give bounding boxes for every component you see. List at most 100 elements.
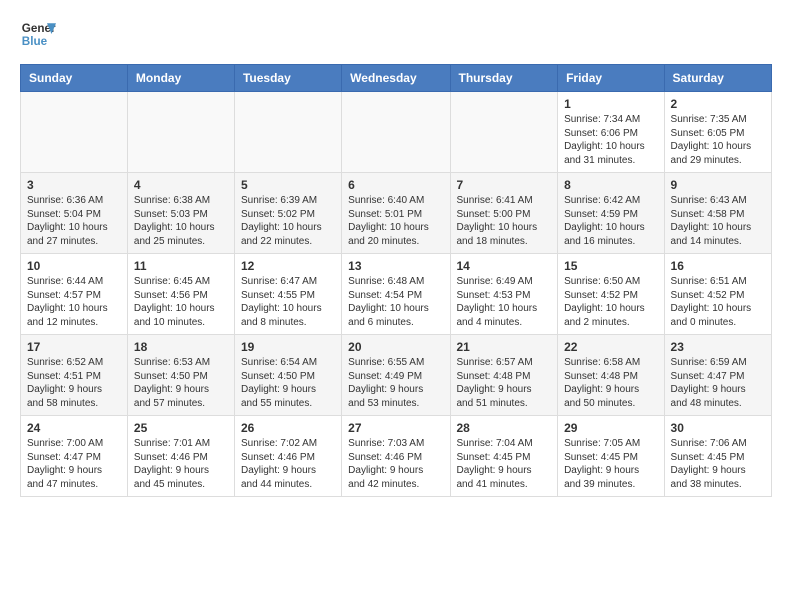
svg-text:Blue: Blue — [22, 35, 48, 48]
calendar-day-cell: 17Sunrise: 6:52 AM Sunset: 4:51 PM Dayli… — [21, 335, 128, 416]
day-number: 12 — [241, 259, 335, 273]
calendar-day-cell: 16 Sunrise: 6:51 AM Sunset: 4:52 PM Dayli… — [664, 254, 771, 335]
day-info: Sunrise: 6:53 AM Sunset: 4:50 PM Dayligh… — [134, 356, 228, 410]
day-info: Sunrise: 6:40 AM Sunset: 5:01 PM Dayligh… — [348, 194, 443, 248]
calendar-week-row: 10 Sunrise: 6:44 AM Sunset: 4:57 PM Dayli… — [21, 254, 772, 335]
calendar-day-cell: 20 Sunrise: 6:55 AM Sunset: 4:49 PM Dayli… — [342, 335, 450, 416]
day-info: Sunrise: 7:03 AM Sunset: 4:46 PM Dayligh… — [348, 437, 443, 491]
day-number: 11 — [134, 259, 228, 273]
day-number: 15 — [564, 259, 657, 273]
day-info: Sunrise: 6:42 AM Sunset: 4:59 PM Dayligh… — [564, 194, 657, 248]
weekday-header-wednesday: Wednesday — [342, 65, 450, 92]
page: General Blue SundayMondayTuesdayWednesda… — [0, 0, 792, 513]
calendar-day-cell: 18 Sunrise: 6:53 AM Sunset: 4:50 PM Dayli… — [127, 335, 234, 416]
day-number: 21 — [457, 340, 552, 354]
weekday-header-monday: Monday — [127, 65, 234, 92]
calendar-day-cell: 25 Sunrise: 7:01 AM Sunset: 4:46 PM Dayli… — [127, 416, 234, 497]
calendar-day-cell: 5 Sunrise: 6:39 AM Sunset: 5:02 PM Daylig… — [234, 173, 341, 254]
calendar-day-cell: 9Sunrise: 6:43 AM Sunset: 4:58 PM Daylig… — [664, 173, 771, 254]
weekday-header-tuesday: Tuesday — [234, 65, 341, 92]
day-info: Sunrise: 7:35 AM Sunset: 6:05 PM Dayligh… — [671, 113, 765, 167]
calendar-day-cell: 15 Sunrise: 6:50 AM Sunset: 4:52 PM Dayli… — [558, 254, 664, 335]
day-number: 1 — [564, 97, 657, 111]
day-info: Sunrise: 7:02 AM Sunset: 4:46 PM Dayligh… — [241, 437, 335, 491]
day-number: 19 — [241, 340, 335, 354]
calendar-day-cell: 11Sunrise: 6:45 AM Sunset: 4:56 PM Dayli… — [127, 254, 234, 335]
day-number: 8 — [564, 178, 657, 192]
day-info: Sunrise: 6:52 AM Sunset: 4:51 PM Dayligh… — [27, 356, 121, 410]
day-info: Sunrise: 6:47 AM Sunset: 4:55 PM Dayligh… — [241, 275, 335, 329]
day-number: 25 — [134, 421, 228, 435]
calendar-day-cell: 28 Sunrise: 7:04 AM Sunset: 4:45 PM Dayli… — [450, 416, 558, 497]
day-number: 5 — [241, 178, 335, 192]
weekday-header-friday: Friday — [558, 65, 664, 92]
day-info: Sunrise: 7:01 AM Sunset: 4:46 PM Dayligh… — [134, 437, 228, 491]
weekday-header-row: SundayMondayTuesdayWednesdayThursdayFrid… — [21, 65, 772, 92]
calendar-day-cell: 26 Sunrise: 7:02 AM Sunset: 4:46 PM Dayli… — [234, 416, 341, 497]
day-info: Sunrise: 6:50 AM Sunset: 4:52 PM Dayligh… — [564, 275, 657, 329]
header: General Blue — [20, 16, 772, 52]
calendar-day-cell — [127, 92, 234, 173]
day-info: Sunrise: 6:54 AM Sunset: 4:50 PM Dayligh… — [241, 356, 335, 410]
calendar-day-cell: 12 Sunrise: 6:47 AM Sunset: 4:55 PM Dayli… — [234, 254, 341, 335]
day-number: 30 — [671, 421, 765, 435]
calendar-week-row: 1 Sunrise: 7:34 AM Sunset: 6:06 PM Daylig… — [21, 92, 772, 173]
day-number: 4 — [134, 178, 228, 192]
day-info: Sunrise: 7:00 AM Sunset: 4:47 PM Dayligh… — [27, 437, 121, 491]
day-number: 20 — [348, 340, 443, 354]
day-info: Sunrise: 6:51 AM Sunset: 4:52 PM Dayligh… — [671, 275, 765, 329]
day-info: Sunrise: 7:06 AM Sunset: 4:45 PM Dayligh… — [671, 437, 765, 491]
calendar-day-cell: 30 Sunrise: 7:06 AM Sunset: 4:45 PM Dayli… — [664, 416, 771, 497]
day-number: 28 — [457, 421, 552, 435]
day-info: Sunrise: 6:49 AM Sunset: 4:53 PM Dayligh… — [457, 275, 552, 329]
day-number: 22 — [564, 340, 657, 354]
day-number: 26 — [241, 421, 335, 435]
calendar-day-cell: 6Sunrise: 6:40 AM Sunset: 5:01 PM Daylig… — [342, 173, 450, 254]
day-number: 27 — [348, 421, 443, 435]
calendar-day-cell — [21, 92, 128, 173]
calendar-day-cell: 27 Sunrise: 7:03 AM Sunset: 4:46 PM Dayli… — [342, 416, 450, 497]
calendar-day-cell: 2 Sunrise: 7:35 AM Sunset: 6:05 PM Daylig… — [664, 92, 771, 173]
calendar-day-cell: 13Sunrise: 6:48 AM Sunset: 4:54 PM Dayli… — [342, 254, 450, 335]
day-number: 16 — [671, 259, 765, 273]
calendar-day-cell: 21 Sunrise: 6:57 AM Sunset: 4:48 PM Dayli… — [450, 335, 558, 416]
calendar-week-row: 17Sunrise: 6:52 AM Sunset: 4:51 PM Dayli… — [21, 335, 772, 416]
day-info: Sunrise: 6:48 AM Sunset: 4:54 PM Dayligh… — [348, 275, 443, 329]
calendar-week-row: 3 Sunrise: 6:36 AM Sunset: 5:04 PM Daylig… — [21, 173, 772, 254]
calendar-day-cell: 1 Sunrise: 7:34 AM Sunset: 6:06 PM Daylig… — [558, 92, 664, 173]
calendar-day-cell — [450, 92, 558, 173]
day-number: 10 — [27, 259, 121, 273]
day-number: 3 — [27, 178, 121, 192]
day-info: Sunrise: 6:57 AM Sunset: 4:48 PM Dayligh… — [457, 356, 552, 410]
day-info: Sunrise: 6:39 AM Sunset: 5:02 PM Dayligh… — [241, 194, 335, 248]
day-info: Sunrise: 6:36 AM Sunset: 5:04 PM Dayligh… — [27, 194, 121, 248]
day-number: 2 — [671, 97, 765, 111]
calendar-day-cell — [342, 92, 450, 173]
calendar-day-cell: 7 Sunrise: 6:41 AM Sunset: 5:00 PM Daylig… — [450, 173, 558, 254]
weekday-header-saturday: Saturday — [664, 65, 771, 92]
day-number: 29 — [564, 421, 657, 435]
calendar-day-cell: 3 Sunrise: 6:36 AM Sunset: 5:04 PM Daylig… — [21, 173, 128, 254]
day-info: Sunrise: 6:44 AM Sunset: 4:57 PM Dayligh… — [27, 275, 121, 329]
day-number: 14 — [457, 259, 552, 273]
calendar-day-cell — [234, 92, 341, 173]
day-number: 24 — [27, 421, 121, 435]
logo-icon: General Blue — [20, 16, 56, 52]
day-info: Sunrise: 6:58 AM Sunset: 4:48 PM Dayligh… — [564, 356, 657, 410]
day-number: 18 — [134, 340, 228, 354]
calendar-day-cell: 24 Sunrise: 7:00 AM Sunset: 4:47 PM Dayli… — [21, 416, 128, 497]
logo: General Blue — [20, 16, 56, 52]
day-number: 7 — [457, 178, 552, 192]
day-info: Sunrise: 7:34 AM Sunset: 6:06 PM Dayligh… — [564, 113, 657, 167]
day-info: Sunrise: 7:04 AM Sunset: 4:45 PM Dayligh… — [457, 437, 552, 491]
weekday-header-sunday: Sunday — [21, 65, 128, 92]
calendar-day-cell: 10 Sunrise: 6:44 AM Sunset: 4:57 PM Dayli… — [21, 254, 128, 335]
day-info: Sunrise: 6:41 AM Sunset: 5:00 PM Dayligh… — [457, 194, 552, 248]
day-info: Sunrise: 7:05 AM Sunset: 4:45 PM Dayligh… — [564, 437, 657, 491]
calendar-day-cell: 19 Sunrise: 6:54 AM Sunset: 4:50 PM Dayli… — [234, 335, 341, 416]
calendar-table: SundayMondayTuesdayWednesdayThursdayFrid… — [20, 64, 772, 497]
calendar-day-cell: 29 Sunrise: 7:05 AM Sunset: 4:45 PM Dayli… — [558, 416, 664, 497]
day-info: Sunrise: 6:55 AM Sunset: 4:49 PM Dayligh… — [348, 356, 443, 410]
calendar-day-cell: 14 Sunrise: 6:49 AM Sunset: 4:53 PM Dayli… — [450, 254, 558, 335]
day-number: 9 — [671, 178, 765, 192]
